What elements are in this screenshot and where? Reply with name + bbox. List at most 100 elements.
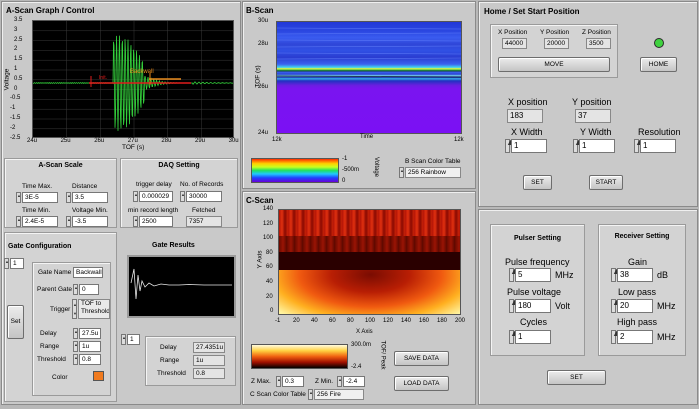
cscan-ctable-selector[interactable]: ▲▼ bbox=[308, 389, 317, 400]
save-data-button[interactable]: SAVE DATA bbox=[394, 351, 449, 366]
gate-results-index-spinner[interactable]: ▲▼ bbox=[121, 334, 130, 345]
ascan-ytick: -2 bbox=[10, 124, 16, 131]
bscan-ctable-selector[interactable]: ▲▼ bbox=[399, 167, 408, 178]
cycles-spinner[interactable]: ▲▼ bbox=[509, 329, 528, 344]
records-field[interactable]: 30000 bbox=[186, 191, 222, 202]
cscan-ytick: 20 bbox=[266, 293, 273, 300]
position-set-button[interactable]: SET bbox=[523, 175, 552, 190]
gate-color-label: Color bbox=[52, 374, 68, 381]
y-width-field[interactable]: 1 bbox=[579, 139, 615, 153]
trigger-value[interactable]: TOF to Threshold bbox=[78, 299, 110, 319]
bscan-title: B-Scan bbox=[246, 6, 274, 15]
bscan-cbar-tick: -1 bbox=[342, 156, 348, 162]
gate-name-field[interactable]: Backwall bbox=[73, 267, 103, 278]
zmin-spinner[interactable]: ▲▼ bbox=[337, 376, 346, 387]
x-width-field[interactable]: 1 bbox=[511, 139, 547, 153]
zmax-field[interactable]: 0.3 bbox=[282, 376, 304, 387]
home-button[interactable]: HOME bbox=[640, 57, 677, 72]
cscan-xtick: 60 bbox=[329, 318, 336, 324]
records-spinner[interactable]: ▲▼ bbox=[180, 191, 189, 202]
gate-results-index-field[interactable]: 1 bbox=[127, 334, 140, 345]
gate-set-button[interactable]: Set bbox=[7, 305, 24, 339]
cscan-xtick: 20 bbox=[293, 318, 300, 324]
cscan-cbar-tick: 300.0m bbox=[351, 342, 372, 348]
pulse-voltage-label: Pulse voltage bbox=[507, 287, 562, 297]
high-pass-unit: MHz bbox=[657, 332, 676, 342]
voltage-min-field[interactable]: -3.5 bbox=[72, 216, 108, 227]
high-pass-spinner[interactable]: ▲▼ bbox=[611, 329, 630, 344]
bscan-image[interactable] bbox=[276, 21, 462, 134]
time-min-field[interactable]: 2.4E-5 bbox=[22, 216, 58, 227]
resolution-spinner[interactable]: ▲▼ bbox=[634, 138, 653, 153]
resolution-field[interactable]: 1 bbox=[640, 139, 676, 153]
pulse-voltage-field[interactable]: 180 bbox=[515, 299, 551, 313]
cscan-ytick: 80 bbox=[266, 249, 273, 256]
pulse-frequency-field[interactable]: 5 bbox=[515, 268, 551, 282]
gate-index-field[interactable]: 1 bbox=[10, 258, 24, 269]
low-pass-spinner[interactable]: ▲▼ bbox=[611, 298, 630, 313]
time-max-label: Time Max. bbox=[22, 183, 53, 190]
x-position-label: X position bbox=[508, 97, 548, 107]
gate-delay-spinner[interactable]: ▲▼ bbox=[73, 328, 82, 339]
ascan-ytick: 3 bbox=[14, 26, 18, 33]
trigger-delay-spinner[interactable]: ▲▼ bbox=[133, 191, 142, 202]
parent-gate-field[interactable]: 0 bbox=[79, 284, 99, 295]
ascan-ytick: 2.5 bbox=[14, 36, 23, 43]
ascan-ytick: 0 bbox=[14, 85, 18, 92]
result-threshold-value: 0.8 bbox=[193, 368, 225, 379]
move-button[interactable]: MOVE bbox=[498, 57, 610, 72]
distance-spinner[interactable]: ▲▼ bbox=[66, 192, 75, 203]
low-pass-label: Low pass bbox=[618, 287, 657, 297]
gate-delay-field[interactable]: 27.5u bbox=[79, 328, 101, 339]
bscan-ctable-value[interactable]: 256 Rainbow bbox=[405, 167, 461, 178]
ascan-xtick: 24u bbox=[27, 138, 38, 144]
ascan-ytick: 0.5 bbox=[14, 75, 23, 82]
gate-color-swatch[interactable] bbox=[93, 371, 104, 381]
cscan-image[interactable] bbox=[278, 209, 461, 315]
cycles-field[interactable]: 1 bbox=[515, 330, 551, 344]
gain-spinner[interactable]: ▲▼ bbox=[611, 267, 630, 282]
pulse-voltage-spinner[interactable]: ▲▼ bbox=[509, 298, 528, 313]
gate-range-spinner[interactable]: ▲▼ bbox=[73, 341, 82, 352]
zmax-spinner[interactable]: ▲▼ bbox=[276, 376, 285, 387]
distance-field[interactable]: 3.5 bbox=[72, 192, 108, 203]
distance-label: Distance bbox=[72, 183, 98, 190]
start-button[interactable]: START bbox=[589, 175, 623, 190]
x-width-spinner[interactable]: ▲▼ bbox=[505, 138, 524, 153]
time-min-spinner[interactable]: ▲▼ bbox=[16, 216, 25, 227]
cscan-band-bottom bbox=[279, 270, 460, 314]
voltage-min-spinner[interactable]: ▲▼ bbox=[66, 216, 75, 227]
zmin-field[interactable]: -2.4 bbox=[343, 376, 365, 387]
min-record-length-spinner[interactable]: ▲▼ bbox=[133, 216, 142, 227]
time-max-spinner[interactable]: ▲▼ bbox=[16, 192, 25, 203]
y-width-label: Y Width bbox=[580, 127, 612, 137]
y-width-spinner[interactable]: ▲▼ bbox=[573, 138, 592, 153]
gain-field[interactable]: 38 bbox=[617, 268, 653, 282]
time-max-field[interactable]: 3E-5 bbox=[22, 192, 58, 203]
parent-gate-spinner[interactable]: ▲▼ bbox=[73, 284, 82, 295]
ascan-graph: Voltage 3.5 3 2.5 2 1.5 1 0.5 0 -0.5 -1 -1.5 -2 -2.5… bbox=[3, 16, 239, 154]
pulser-set-button[interactable]: SET bbox=[547, 370, 606, 385]
cscan-ctable-value[interactable]: 256 Fire bbox=[314, 389, 364, 400]
low-pass-unit: MHz bbox=[657, 301, 676, 311]
ascan-title: A-Scan Graph / Control bbox=[6, 6, 95, 15]
ascan-plot-area[interactable]: Backwall Init. bbox=[32, 20, 234, 138]
min-record-length-field[interactable]: 2500 bbox=[139, 216, 173, 227]
cscan-cbar-tick: -2.4 bbox=[351, 364, 362, 370]
gate-threshold-spinner[interactable]: ▲▼ bbox=[73, 354, 82, 365]
trigger-selector[interactable]: ▲ ▼ bbox=[72, 299, 77, 319]
low-pass-field[interactable]: 20 bbox=[617, 299, 653, 313]
zmin-label: Z Min. bbox=[315, 378, 334, 385]
gate-config-title: Gate Configuration bbox=[8, 243, 72, 250]
ascan-xtick: 25u bbox=[60, 138, 71, 144]
gate-threshold-field[interactable]: 0.8 bbox=[79, 354, 101, 365]
resolution-label: Resolution bbox=[638, 127, 681, 137]
gate-range-field[interactable]: 1u bbox=[79, 341, 101, 352]
ascan-ytick: -1 bbox=[10, 105, 16, 112]
trigger-delay-field[interactable]: 0.000029 bbox=[139, 191, 173, 202]
high-pass-field[interactable]: 2 bbox=[617, 330, 653, 344]
pulse-frequency-spinner[interactable]: ▲▼ bbox=[509, 267, 528, 282]
load-data-button[interactable]: LOAD DATA bbox=[394, 376, 449, 391]
gate-index-spinner[interactable]: ▲▼ bbox=[4, 258, 13, 269]
gate-results-title: Gate Results bbox=[152, 242, 195, 249]
